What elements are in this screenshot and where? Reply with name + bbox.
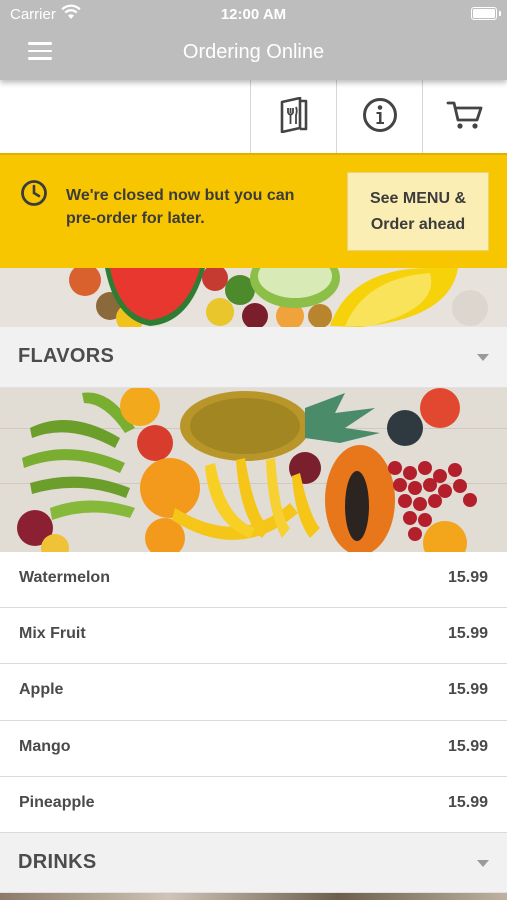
see-menu-order-ahead-button[interactable]: See MENU & Order ahead	[347, 172, 489, 251]
nav-bar: Ordering Online	[0, 28, 507, 80]
cart-icon	[446, 99, 484, 136]
status-time: 12:00 AM	[220, 6, 287, 23]
section-title-flavors: FLAVORS	[18, 345, 115, 367]
clock-icon	[20, 179, 48, 212]
icon-toolbar	[0, 80, 507, 154]
section-drinks[interactable]: DRINKS	[0, 833, 507, 893]
closed-message: We're closed now but you can pre-order f…	[66, 187, 295, 227]
hero-fruit-image	[0, 268, 507, 327]
status-bar: Carrier 12:00 AM	[0, 0, 507, 28]
item-name: Watermelon	[19, 569, 110, 586]
chevron-down-icon	[477, 354, 489, 361]
item-price: 15.99	[447, 625, 488, 643]
info-icon	[362, 97, 398, 138]
list-item[interactable]: Mango 15.99	[0, 720, 507, 777]
drinks-image-peek	[0, 893, 507, 900]
menu-book-icon	[280, 96, 308, 138]
list-item[interactable]: Pineapple 15.99	[0, 776, 507, 833]
battery-icon	[471, 7, 501, 20]
page-title: Ordering Online	[182, 41, 325, 63]
item-price: 15.99	[447, 793, 488, 811]
item-name: Mango	[19, 737, 71, 755]
flavors-item-list: Watermelon 15.99 Mix Fruit 15.99 Apple 1…	[0, 552, 507, 833]
item-price: 15.99	[447, 737, 488, 755]
list-item[interactable]: Mix Fruit 15.99	[0, 608, 507, 665]
item-name: Pineapple	[19, 793, 95, 811]
list-item[interactable]: Apple 15.99	[0, 664, 507, 721]
flavors-fruit-image	[0, 388, 507, 552]
info-button[interactable]	[336, 80, 422, 154]
cart-button[interactable]	[422, 80, 507, 154]
menu-book-button[interactable]	[250, 80, 336, 154]
list-item[interactable]: Watermelon 15.99	[0, 552, 507, 609]
item-price: 15.99	[447, 569, 488, 586]
item-price: 15.99	[447, 681, 488, 699]
item-name: Apple	[19, 681, 64, 699]
section-flavors[interactable]: FLAVORS	[0, 327, 507, 388]
chevron-down-icon	[477, 860, 489, 867]
item-name: Mix Fruit	[19, 625, 86, 643]
button-line-1: See MENU &	[369, 189, 467, 207]
closed-banner: We're closed now but you can pre-order f…	[0, 153, 507, 268]
top-bar: Carrier 12:00 AM Ordering Online	[0, 0, 507, 80]
section-title-drinks: DRINKS	[18, 851, 97, 873]
button-line-2: Order ahead	[370, 215, 466, 233]
